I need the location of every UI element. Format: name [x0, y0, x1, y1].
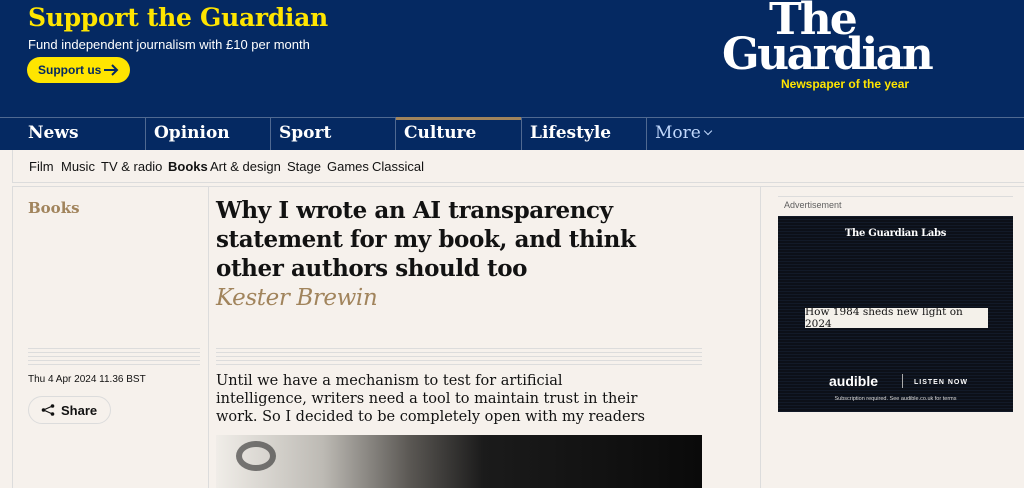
pillar-sport[interactable]: Sport: [270, 118, 395, 150]
subnav-film[interactable]: Film: [29, 159, 54, 174]
pillar-news[interactable]: News: [28, 118, 79, 150]
pillar-culture[interactable]: Culture: [395, 117, 521, 150]
logo-tagline: Newspaper of the year: [781, 77, 910, 91]
pillar-nav: News Opinion Sport Culture Lifestyle Mor…: [0, 117, 1024, 150]
subnav-classical[interactable]: Classical: [372, 159, 424, 174]
subnav-art-design[interactable]: Art & design: [210, 159, 281, 174]
subnav: Film Music TV & radio Books Art & design…: [12, 150, 1024, 183]
meta-rule: [28, 348, 200, 368]
ad-audible-logo: audible: [829, 373, 879, 389]
ad-rule: [778, 196, 1013, 197]
ad-label: Advertisement: [784, 200, 842, 210]
share-icon: [41, 404, 55, 416]
support-us-button[interactable]: Support us: [27, 57, 130, 83]
standfirst: Until we have a mechanism to test for ar…: [216, 373, 645, 425]
support-subtitle: Fund independent journalism with £10 per…: [28, 37, 310, 52]
section-label[interactable]: Books: [28, 199, 80, 217]
support-title: Support the Guardian: [28, 3, 328, 32]
subnav-music[interactable]: Music: [61, 159, 95, 174]
share-label: Share: [61, 402, 98, 418]
share-button[interactable]: Share: [28, 396, 111, 424]
more-label: More: [655, 123, 701, 143]
support-us-label: Support us: [38, 63, 102, 77]
pillar-lifestyle[interactable]: Lifestyle: [521, 118, 646, 150]
column-line: [12, 187, 13, 488]
guardian-logo[interactable]: Guardian: [722, 29, 934, 80]
column-line: [208, 187, 209, 488]
more-menu[interactable]: More: [655, 123, 713, 143]
chevron-down-icon: [703, 126, 713, 136]
ad-brand: The Guardian Labs: [844, 228, 947, 239]
dateline: Thu 4 Apr 2024 11.36 BST: [28, 374, 146, 385]
subnav-games[interactable]: Games: [327, 159, 369, 174]
ad-small-print: Subscription required. See audible.co.uk…: [834, 396, 957, 402]
hero-image: [216, 435, 702, 488]
column-line: [760, 187, 761, 488]
article-headline: Why I wrote an AI transparency statement…: [216, 197, 636, 282]
byline[interactable]: Kester Brewin: [216, 285, 378, 311]
pillar-opinion[interactable]: Opinion: [145, 118, 270, 150]
subnav-tv-radio[interactable]: TV & radio: [101, 159, 162, 174]
ad-listen-now: LISTEN NOW: [914, 379, 968, 386]
subnav-books[interactable]: Books: [168, 159, 208, 174]
subnav-stage[interactable]: Stage: [287, 159, 321, 174]
ad-divider: [902, 374, 903, 388]
pillar-separator: [646, 118, 647, 150]
arrow-right-icon: [104, 64, 119, 76]
support-banner: Support the Guardian Fund independent jo…: [0, 0, 1024, 117]
ad-headline: How 1984 sheds new light on 2024: [805, 306, 988, 330]
headline-rule: [216, 348, 702, 368]
advertisement[interactable]: The Guardian Labs How 1984 sheds new lig…: [778, 216, 1013, 412]
divider: [12, 186, 1024, 187]
